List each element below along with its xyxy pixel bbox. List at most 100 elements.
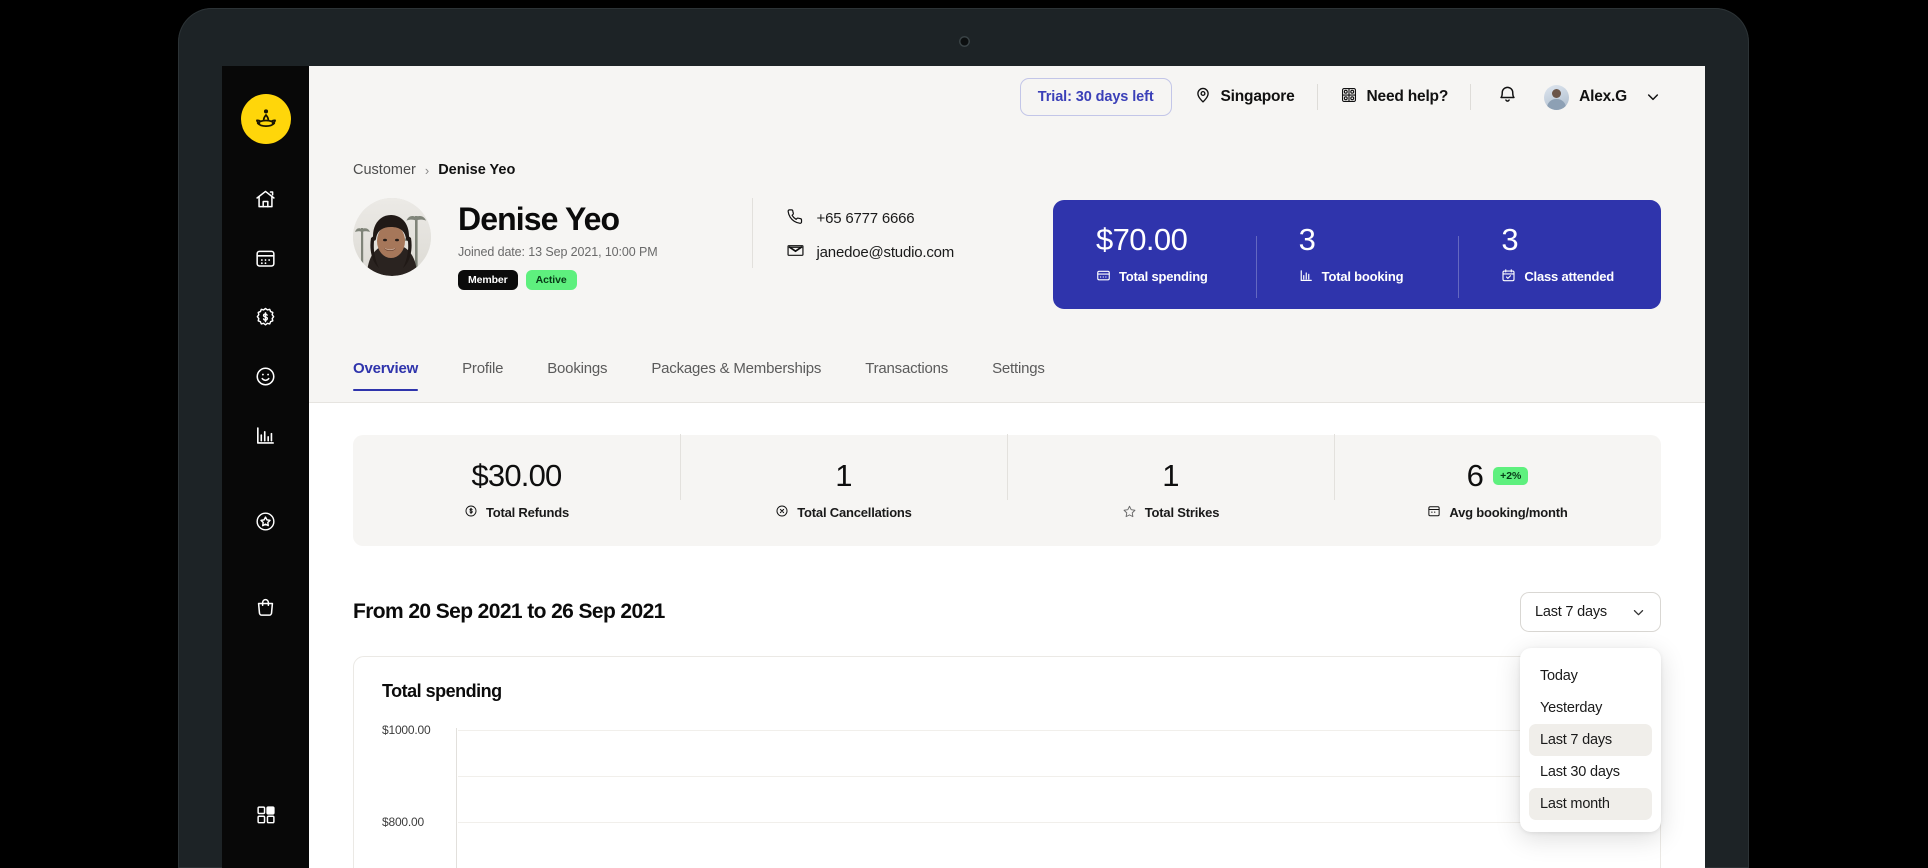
customer-profile-header: Customer › Denise Yeo Denise Yeo Joined … [309, 128, 1705, 309]
phone-number: +65 6777 6666 [816, 210, 915, 227]
customer-tabs: Overview Profile Bookings Packages & Mem… [309, 360, 1705, 403]
profile-tags: Member Active [458, 269, 658, 290]
status-badge-member: Member [458, 269, 518, 290]
sidebar-item-store[interactable] [241, 582, 291, 632]
metric-value-row: $30.00 [353, 460, 680, 491]
metric-total-cancellations: 1 Total Cancellations [680, 434, 1007, 521]
date-range-option-last-7-days[interactable]: Last 7 days [1529, 724, 1652, 756]
summary-label: Total booking [1299, 268, 1459, 286]
metric-value: 1 [1162, 457, 1179, 493]
tab-settings[interactable]: Settings [970, 360, 1067, 390]
summary-stats-card: $70.00 Total spending 3 Total booking 3 … [1053, 200, 1661, 309]
star-outline-icon [1122, 504, 1137, 522]
summary-label-text: Total spending [1119, 269, 1208, 284]
x-circle-icon [775, 504, 789, 521]
metric-label: Total Cancellations [680, 504, 1007, 521]
chart-title: Total spending [382, 681, 502, 701]
page-title: Denise Yeo [458, 201, 620, 237]
date-range-menu: Today Yesterday Last 7 days Last 30 days… [1520, 648, 1661, 832]
contact-block: +65 6777 6666 janedoe@studio.com [751, 198, 955, 268]
tab-bookings[interactable]: Bookings [525, 360, 629, 390]
summary-cell-total-booking: 3 Total booking [1255, 221, 1459, 298]
help-grid-icon [1340, 86, 1358, 109]
yoga-lotus-logo-icon[interactable] [240, 94, 291, 144]
metric-value: 6 [1466, 458, 1484, 493]
summary-cell-class-attended: 3 Class attended [1458, 221, 1661, 298]
trial-status-button[interactable]: Trial: 30 days left [1019, 78, 1172, 116]
breadcrumb-customer-link[interactable]: Customer [353, 162, 416, 178]
location-pin-icon [1194, 86, 1212, 109]
sidebar-item-reports[interactable] [241, 410, 291, 460]
metric-total-refunds: $30.00 Total Refunds [353, 460, 680, 521]
joined-date-label: Joined date: 13 Sep 2021, 10:00 PM [458, 244, 658, 259]
sidebar-secondary-nav [241, 496, 291, 632]
profile-identity: Denise Yeo Joined date: 13 Sep 2021, 10:… [458, 198, 658, 290]
metric-label-text: Total Cancellations [797, 505, 912, 520]
tab-profile[interactable]: Profile [440, 360, 525, 390]
device-screen: Trial: 30 days left Singapore Need help?… [222, 66, 1705, 868]
metric-value-row: 1 [680, 460, 1007, 491]
user-menu[interactable]: Alex.G [1538, 84, 1661, 110]
chevron-down-icon [1645, 89, 1661, 105]
metric-value-row: 6 +2% [1334, 460, 1661, 491]
card-icon [1096, 268, 1111, 286]
summary-value: 3 [1298, 221, 1316, 257]
top-bar: Trial: 30 days left Singapore Need help?… [309, 66, 1705, 128]
tab-transactions[interactable]: Transactions [843, 360, 970, 390]
avatar [1544, 84, 1570, 110]
date-range-option-today[interactable]: Today [1529, 660, 1652, 692]
summary-value: 3 [1501, 221, 1518, 257]
sidebar-item-schedule[interactable] [241, 233, 291, 283]
metric-avg-booking-per-month: 6 +2% Avg booking/month [1334, 434, 1661, 521]
chart-y-tick: $1000.00 [382, 723, 431, 737]
sidebar-item-home[interactable] [241, 174, 291, 224]
mail-icon [786, 242, 804, 263]
profile-row: Denise Yeo Joined date: 13 Sep 2021, 10:… [353, 198, 1661, 309]
email-address: janedoe@studio.com [816, 244, 955, 261]
status-badge-active: Active [525, 269, 577, 290]
user-name-label: Alex.G [1579, 88, 1627, 105]
metric-label: Total Refunds [353, 504, 680, 521]
front-camera-dot [958, 36, 970, 47]
metric-value: $30.00 [471, 458, 562, 493]
metric-value: 1 [835, 458, 852, 493]
help-button[interactable]: Need help? [1318, 86, 1471, 109]
summary-label: Class attended [1501, 268, 1661, 286]
summary-cell-total-spending: $70.00 Total spending [1053, 224, 1256, 286]
help-label: Need help? [1366, 88, 1449, 105]
summary-value: $70.00 [1096, 221, 1188, 257]
breadcrumb: Customer › Denise Yeo [353, 162, 1661, 178]
chart-plot-area: $1000.00 $800.00 [382, 723, 1632, 868]
breadcrumb-separator-icon: › [424, 162, 430, 178]
sidebar-bottom-nav [222, 790, 309, 840]
date-range-option-last-30-days[interactable]: Last 30 days [1529, 756, 1652, 788]
date-range-select[interactable]: Last 7 days [1520, 592, 1661, 632]
metric-delta-badge: +2% [1493, 466, 1529, 485]
location-label: Singapore [1220, 88, 1295, 105]
location-selector[interactable]: Singapore [1172, 86, 1317, 109]
total-spending-chart-card: Total spending $1000.00 $800.00 [353, 656, 1661, 868]
date-range-selected-label: Last 7 days [1535, 604, 1607, 620]
sidebar-item-customers[interactable] [241, 351, 291, 401]
sidebar-item-payments[interactable] [241, 292, 291, 342]
chevron-down-icon [1631, 605, 1646, 620]
date-range-option-last-month[interactable]: Last month [1529, 788, 1652, 820]
chart-gridline [458, 730, 1632, 731]
metrics-card: $30.00 Total Refunds 1 Total Cancellatio… [353, 433, 1661, 546]
chart-y-axis [456, 728, 457, 868]
tab-packages-memberships[interactable]: Packages & Memberships [629, 360, 843, 390]
metric-label-text: Avg booking/month [1449, 505, 1568, 520]
tab-overview[interactable]: Overview [353, 360, 440, 391]
sidebar-item-rewards[interactable] [241, 496, 291, 546]
date-range-option-yesterday[interactable]: Yesterday [1529, 692, 1652, 724]
date-range-row: From 20 Sep 2021 to 26 Sep 2021 Last 7 d… [353, 592, 1661, 832]
metric-label-text: Total Refunds [485, 505, 570, 520]
metric-total-strikes: 1 Total Strikes [1007, 433, 1334, 522]
app-sidebar [222, 66, 309, 868]
phone-icon [787, 208, 804, 229]
chart-gridline [458, 822, 1632, 823]
tablet-device-frame: Trial: 30 days left Singapore Need help?… [178, 8, 1749, 868]
bar-chart-icon [1299, 268, 1314, 286]
apps-grid-icon[interactable] [241, 790, 291, 840]
notifications-button[interactable] [1471, 84, 1538, 110]
